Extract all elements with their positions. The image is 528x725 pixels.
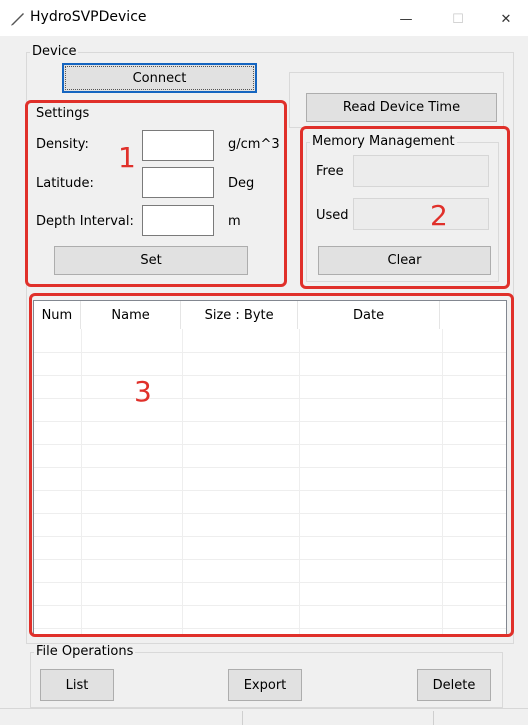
connect-button-label: Connect <box>132 70 187 86</box>
minimize-button[interactable]: — <box>384 6 428 32</box>
close-icon: ✕ <box>500 11 512 27</box>
maximize-button[interactable]: ☐ <box>436 6 480 32</box>
device-group-label: Device <box>30 44 79 59</box>
read-device-time-label: Read Device Time <box>342 100 461 115</box>
status-bar-divider <box>242 711 243 725</box>
pen-icon <box>11 13 24 26</box>
maximize-icon: ☐ <box>452 11 464 27</box>
read-device-time-button[interactable]: Read Device Time <box>306 93 497 122</box>
annotation-box-3 <box>29 293 514 637</box>
export-button-label: Export <box>243 677 287 693</box>
delete-button[interactable]: Delete <box>417 669 491 701</box>
minimize-icon: — <box>399 11 413 27</box>
list-button-label: List <box>65 677 89 693</box>
annotation-number-1: 1 <box>118 141 136 174</box>
list-button[interactable]: List <box>40 669 114 701</box>
close-button[interactable]: ✕ <box>484 6 528 32</box>
status-bar <box>0 708 528 725</box>
annotation-number-3: 3 <box>134 375 152 408</box>
export-button[interactable]: Export <box>228 669 302 701</box>
window-title: HydroSVPDevice <box>30 9 147 25</box>
status-bar-divider <box>433 711 434 725</box>
annotation-box-1 <box>25 100 287 287</box>
title-bar: HydroSVPDevice — ☐ ✕ <box>0 0 528 38</box>
delete-button-label: Delete <box>432 677 476 693</box>
annotation-box-2 <box>300 126 510 289</box>
annotation-number-2: 2 <box>430 199 448 232</box>
connect-button[interactable]: Connect <box>62 63 257 93</box>
file-operations-label: File Operations <box>34 644 136 659</box>
